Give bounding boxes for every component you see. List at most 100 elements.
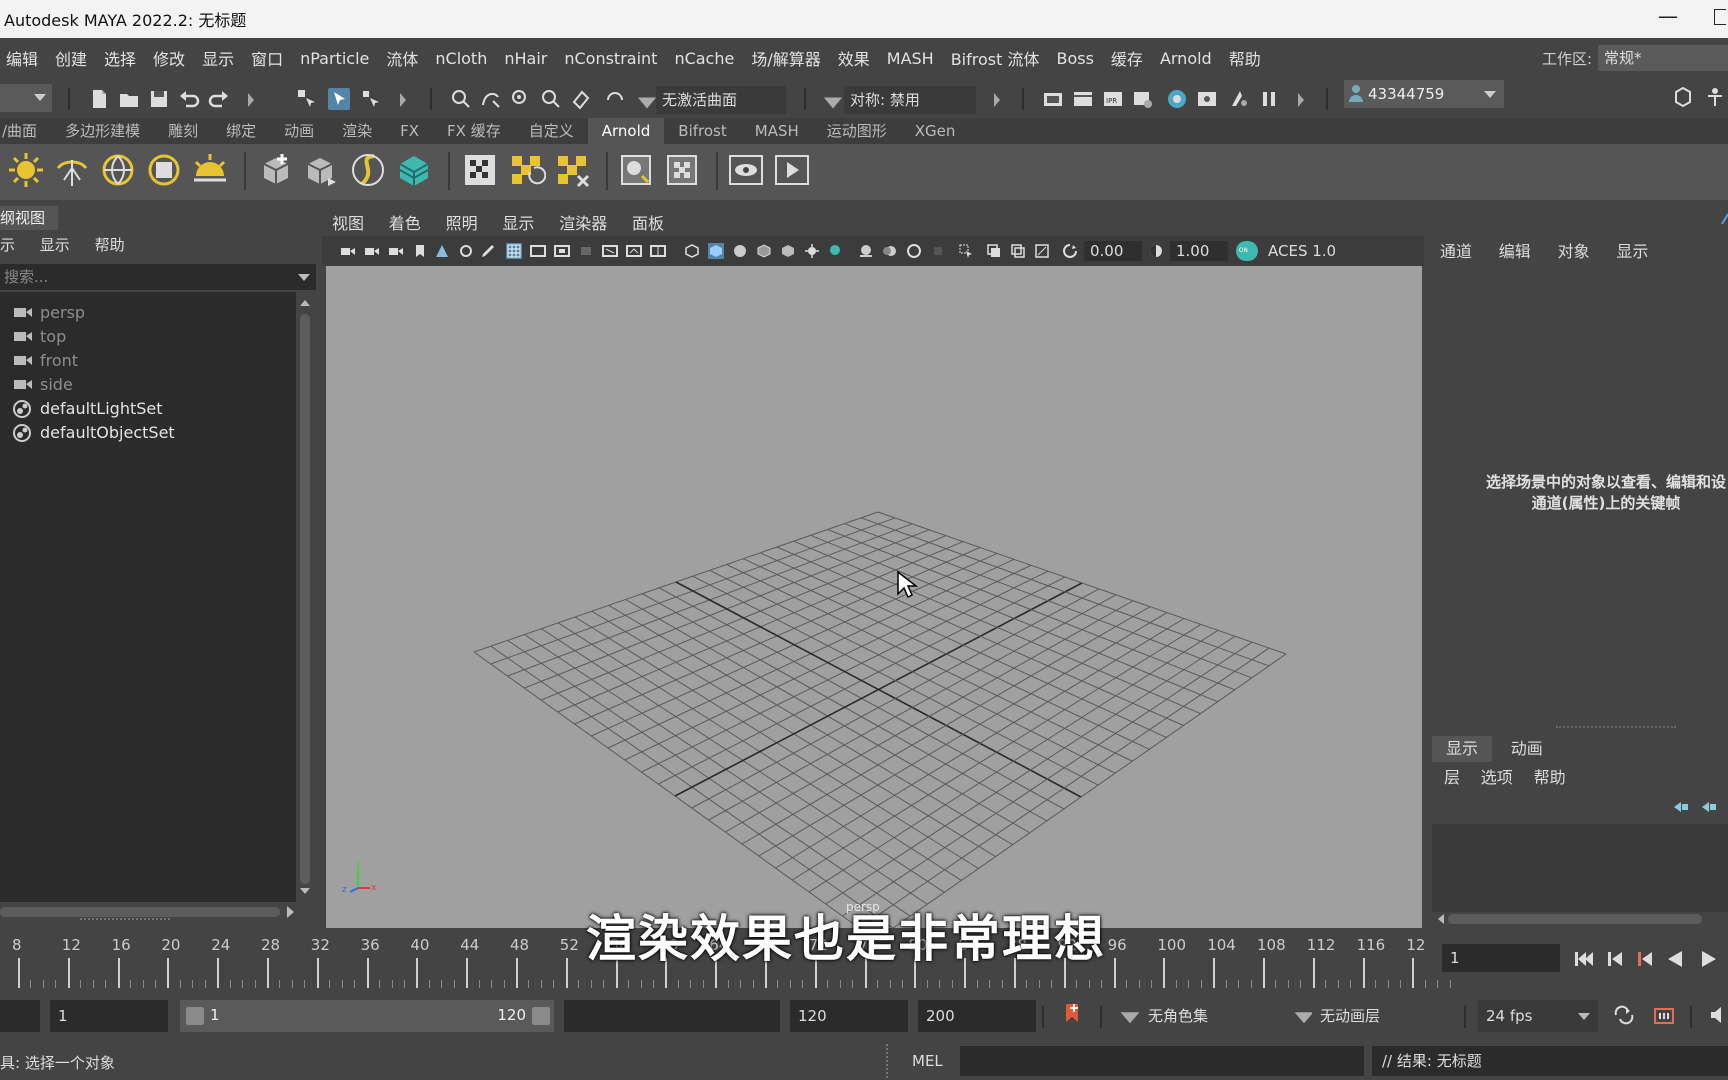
- workspace-selector[interactable]: 工作区: 常规*: [1542, 44, 1728, 72]
- xray-icon[interactable]: [986, 243, 1002, 259]
- render-view-icon[interactable]: [1196, 88, 1218, 110]
- menu-select[interactable]: 选择: [98, 46, 147, 70]
- step-back-key-icon[interactable]: [1604, 948, 1628, 970]
- photometric-light-icon[interactable]: [144, 150, 184, 190]
- outliner-item-default-light-set[interactable]: defaultLightSet: [12, 396, 163, 420]
- skydome-light-icon[interactable]: [98, 150, 138, 190]
- shelf-tab-fx[interactable]: FX: [386, 118, 433, 144]
- outliner-menu-show[interactable]: 示: [0, 236, 15, 254]
- command-line-input[interactable]: [960, 1046, 1364, 1076]
- menu-fluids[interactable]: 流体: [380, 46, 429, 70]
- shelf-tab-mash[interactable]: MASH: [741, 118, 813, 144]
- shelf-tab-bifrost[interactable]: Bifrost: [664, 118, 740, 144]
- gamma-icon[interactable]: [1148, 243, 1164, 259]
- outliner-item-persp[interactable]: persp: [12, 300, 85, 324]
- menu-set-dropdown[interactable]: [0, 84, 52, 112]
- render-sequence-icon[interactable]: [1072, 88, 1094, 110]
- playback-end-field[interactable]: 120: [790, 1000, 908, 1032]
- depth-of-field-icon[interactable]: [930, 243, 946, 259]
- menu-arnold[interactable]: Arnold: [1154, 49, 1223, 68]
- anti-aliasing-icon[interactable]: [906, 243, 922, 259]
- loop-icon[interactable]: [1612, 1004, 1636, 1026]
- view-transform-field[interactable]: ACES 1.0: [1262, 241, 1352, 261]
- animation-start-field-edge[interactable]: [0, 1000, 40, 1032]
- menu-cache[interactable]: 缓存: [1105, 46, 1154, 70]
- anim-layer-dropdown[interactable]: 无动画层: [1312, 1000, 1452, 1032]
- outliner-vertical-scrollbar[interactable]: [298, 296, 312, 896]
- wireframe-on-shaded-icon[interactable]: [756, 243, 772, 259]
- exposure-field[interactable]: 0.00: [1084, 241, 1142, 261]
- channel-box-menu-show[interactable]: 显示: [1616, 242, 1648, 261]
- minimize-icon[interactable]: —: [1658, 4, 1678, 28]
- outliner-item-default-object-set[interactable]: defaultObjectSet: [12, 420, 175, 444]
- symmetry-field[interactable]: 对称: 禁用: [844, 86, 976, 114]
- menu-mash[interactable]: MASH: [881, 49, 945, 68]
- move-layer-up-icon[interactable]: [1672, 800, 1690, 814]
- viewport-menu-lighting[interactable]: 照明: [446, 214, 478, 233]
- channel-box-menu-edit[interactable]: 编辑: [1499, 242, 1531, 261]
- fps-dropdown[interactable]: 24 fps: [1478, 1000, 1598, 1032]
- viewport-menu-shading[interactable]: 着色: [389, 214, 421, 233]
- shelf-tab-sculpting[interactable]: 雕刻: [154, 118, 212, 144]
- menu-boss[interactable]: Boss: [1050, 49, 1104, 68]
- gate-mask-icon[interactable]: [578, 243, 594, 259]
- menu-windows[interactable]: 窗口: [245, 46, 294, 70]
- outliner-item-top[interactable]: top: [12, 324, 66, 348]
- panel-resize-icon[interactable]: [1720, 212, 1728, 226]
- render-settings-icon[interactable]: [1132, 88, 1154, 110]
- snap-point-icon[interactable]: [510, 88, 532, 110]
- layer-menu-help[interactable]: 帮助: [1534, 768, 1566, 787]
- color-management-toggle-icon[interactable]: ON: [1236, 241, 1258, 261]
- hypershade-icon[interactable]: [1166, 88, 1188, 110]
- live-surface-field[interactable]: 无激活曲面: [656, 86, 786, 114]
- current-frame-field[interactable]: 1: [1442, 944, 1560, 972]
- flush-background-icon[interactable]: [552, 150, 592, 190]
- open-scene-icon[interactable]: [118, 88, 140, 110]
- viewport-menu-show[interactable]: 显示: [502, 214, 534, 233]
- film-gate-icon[interactable]: [530, 243, 546, 259]
- menu-ncloth[interactable]: nCloth: [429, 49, 498, 68]
- shelf-tab-custom[interactable]: 自定义: [515, 118, 588, 144]
- menu-fields-solvers[interactable]: 场/解算器: [745, 46, 831, 70]
- field-chart-icon[interactable]: [602, 243, 618, 259]
- menu-ncache[interactable]: nCache: [668, 49, 745, 68]
- play-backwards-icon[interactable]: [1664, 948, 1688, 970]
- snap-curve-icon[interactable]: [480, 88, 502, 110]
- arnold-render-icon[interactable]: [1228, 88, 1250, 110]
- layer-menu-layers[interactable]: 层: [1444, 768, 1460, 787]
- audio-icon[interactable]: [1706, 1004, 1728, 1026]
- snap-live-icon[interactable]: [570, 88, 592, 110]
- outliner-title[interactable]: 纲视图: [0, 206, 58, 230]
- shelf-tab-poly-modeling[interactable]: 多边形建模: [51, 118, 154, 144]
- shelf-tab-animation[interactable]: 动画: [270, 118, 328, 144]
- outliner-menu-help[interactable]: 帮助: [95, 236, 125, 254]
- new-scene-icon[interactable]: [88, 88, 110, 110]
- motion-blur-icon[interactable]: [882, 243, 898, 259]
- outliner-search-input[interactable]: 搜索...: [0, 264, 316, 290]
- grid-icon[interactable]: [506, 243, 522, 259]
- channel-box-menu-object[interactable]: 对象: [1558, 242, 1590, 261]
- use-all-lights-icon[interactable]: [804, 243, 820, 259]
- move-layer-down-icon[interactable]: [1700, 800, 1718, 814]
- 2d-pan-zoom-icon[interactable]: [458, 243, 474, 259]
- layer-tab-anim[interactable]: 动画: [1497, 736, 1557, 762]
- menu-effects[interactable]: 效果: [832, 46, 881, 70]
- default-material-icon[interactable]: [732, 243, 748, 259]
- outliner-item-side[interactable]: side: [12, 372, 73, 396]
- undo-icon[interactable]: [178, 88, 200, 110]
- animation-end-field[interactable]: 200: [918, 1000, 1036, 1032]
- camera-bookmark-icon[interactable]: [388, 243, 404, 259]
- viewport-menu-panels[interactable]: 面板: [632, 214, 664, 233]
- image-plane-icon[interactable]: [434, 243, 450, 259]
- shelf-tab-motion-graphics[interactable]: 运动图形: [813, 118, 901, 144]
- layer-menu-options[interactable]: 选项: [1481, 768, 1513, 787]
- range-end-handle[interactable]: [532, 1007, 550, 1025]
- shelf-tab-fx-caching[interactable]: FX 缓存: [433, 118, 515, 144]
- layer-tab-display[interactable]: 显示: [1432, 736, 1493, 762]
- select-hierarchy-icon[interactable]: [296, 88, 318, 110]
- resolution-gate-icon[interactable]: [554, 243, 570, 259]
- chevron-down-icon[interactable]: [636, 92, 657, 114]
- shelf-tab-curves[interactable]: /曲面: [0, 118, 51, 144]
- flush-texture-icon[interactable]: [506, 150, 547, 190]
- material-icon[interactable]: [616, 150, 656, 190]
